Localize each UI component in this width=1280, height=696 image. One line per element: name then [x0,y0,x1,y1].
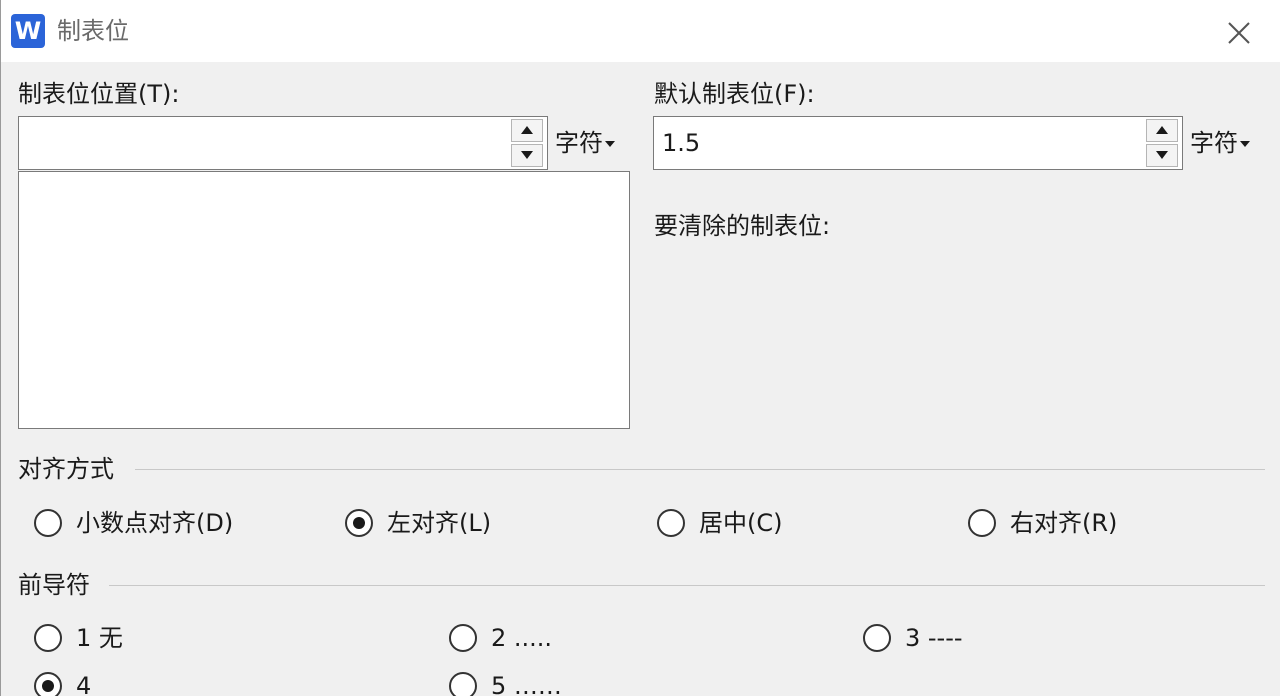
close-icon [1228,22,1250,44]
radio-dot [42,680,54,692]
tab-position-increment-button[interactable] [511,119,543,142]
radio-circle [657,509,685,537]
tabs-dialog: W 制表位 制表位位置(T): 字符 默认制表位(F): 1.5 字符 要清除的… [0,0,1280,696]
tab-position-unit-label: 字符 [555,129,603,157]
default-tab-decrement-button[interactable] [1146,144,1178,167]
radio-dot [353,517,365,529]
radio-circle [449,672,477,696]
chevron-down-icon [605,141,615,147]
align-left-label: 左对齐(L) [387,509,492,537]
title-bar: W 制表位 [1,0,1280,62]
arrow-down-icon [521,151,533,159]
arrow-up-icon [521,126,533,134]
leader-ellipsis-label: 5 …… [491,672,562,696]
radio-circle [449,624,477,652]
tab-position-unit-dropdown[interactable]: 字符 [555,116,615,170]
default-tab-spinbox[interactable]: 1.5 [653,116,1183,170]
default-tab-unit-dropdown[interactable]: 字符 [1190,116,1250,170]
wps-writer-logo-icon: W [11,14,45,48]
tab-stops-list[interactable] [18,171,630,429]
default-tab-label: 默认制表位(F): [654,80,815,108]
leader-none-label: 1 无 [76,624,123,652]
default-tab-unit-label: 字符 [1190,129,1238,157]
window-title: 制表位 [57,17,129,45]
arrow-up-icon [1156,126,1168,134]
leader-dots-label: 2 ..... [491,624,553,652]
leader-group-divider [109,585,1265,586]
radio-circle [34,509,62,537]
tab-position-label: 制表位位置(T): [18,80,180,108]
leader-dashes-label: 3 ---- [905,624,963,652]
default-tab-increment-button[interactable] [1146,119,1178,142]
align-decimal-label: 小数点对齐(D) [76,509,234,537]
tab-position-spinbox[interactable] [18,116,548,170]
arrow-down-icon [1156,151,1168,159]
alignment-group-divider [135,469,1265,470]
radio-circle [345,509,373,537]
leader-underline-label: 4 [76,672,92,696]
alignment-group-label: 对齐方式 [18,455,114,483]
align-right-label: 右对齐(R) [1010,509,1118,537]
default-tab-spin-buttons [1146,119,1178,167]
radio-circle [968,509,996,537]
default-tab-input[interactable]: 1.5 [662,117,700,169]
tab-position-decrement-button[interactable] [511,144,543,167]
radio-circle [863,624,891,652]
clear-tabs-label: 要清除的制表位: [654,212,831,240]
leader-group-label: 前导符 [18,571,90,599]
close-button[interactable] [1215,13,1263,53]
chevron-down-icon [1240,141,1250,147]
radio-circle [34,624,62,652]
tab-position-spin-buttons [511,119,543,167]
radio-circle [34,672,62,696]
align-center-label: 居中(C) [699,509,783,537]
